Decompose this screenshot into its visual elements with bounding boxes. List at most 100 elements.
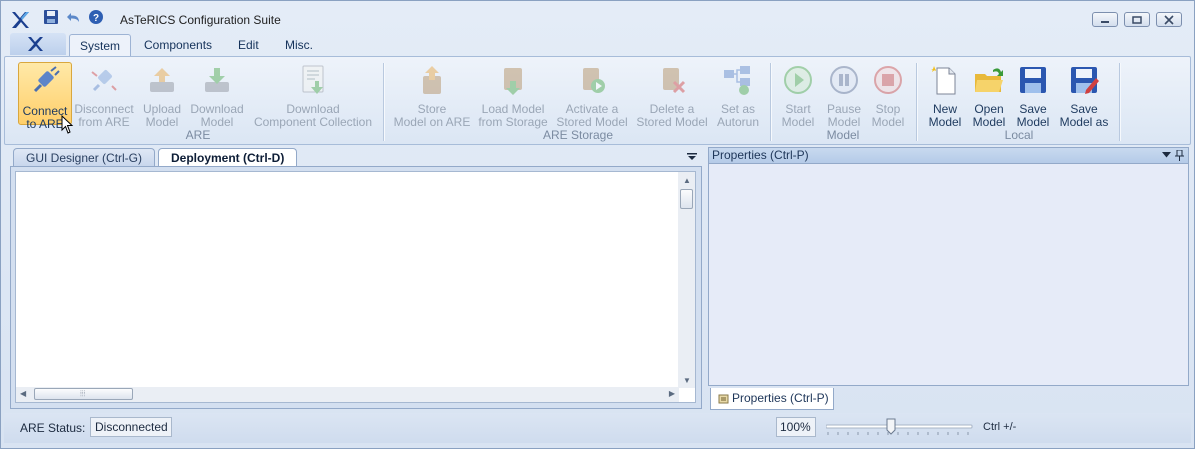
undo-icon[interactable] (66, 9, 82, 25)
properties-header: Properties (Ctrl-P) (708, 147, 1189, 164)
restore-button[interactable] (1124, 12, 1150, 27)
upload-model-button[interactable]: Upload Model (139, 62, 185, 129)
load-model-from-storage-button[interactable]: Load Model from Storage (476, 62, 550, 129)
scroll-right-arrow-icon[interactable]: ▶ (669, 389, 675, 398)
close-icon (1164, 15, 1174, 25)
window-title: AsTeRICS Configuration Suite (120, 13, 281, 27)
activate-line2: Stored Model (556, 115, 628, 129)
pin-icon[interactable] (1175, 150, 1184, 161)
save-line2: Model (1016, 115, 1050, 129)
properties-icon (718, 394, 729, 404)
svg-text:?: ? (93, 13, 99, 24)
save-as-icon (1071, 67, 1099, 94)
autorun-icon (724, 66, 750, 95)
disconnect-plug-icon (91, 70, 117, 92)
tab-misc[interactable]: Misc. (275, 34, 323, 57)
save-as-line1: Save (1070, 102, 1098, 116)
scroll-down-arrow-icon[interactable]: ▼ (683, 376, 691, 385)
open-model-button[interactable]: Open Model (969, 62, 1009, 129)
ribbon: Connect to ARE Disconnect from ARE Upload M… (4, 56, 1191, 145)
minimize-button[interactable] (1092, 12, 1118, 27)
horizontal-scrollbar[interactable]: ◀ ⦙⦙⦙ ▶ (16, 387, 679, 402)
tab-system[interactable]: System (69, 34, 132, 57)
new-document-icon (931, 66, 956, 95)
download-model-button[interactable]: Download Model (188, 62, 246, 129)
play-icon (784, 66, 812, 94)
store-model-on-are-button[interactable]: Store Model on ARE (392, 62, 472, 129)
ribbon-separator (770, 63, 771, 141)
properties-grid[interactable] (708, 164, 1189, 386)
tab-gui-designer[interactable]: GUI Designer (Ctrl-G) (13, 148, 156, 167)
panel-dropdown-icon[interactable] (1162, 152, 1171, 158)
start-model-button[interactable]: Start Model (777, 62, 819, 129)
download-line1: Download (190, 102, 244, 116)
deployment-canvas[interactable]: ▲ ▼ ◀ ⦙⦙⦙ ▶ (15, 171, 696, 403)
stop-line1: Stop (875, 102, 901, 116)
tab-list-dropdown-icon[interactable] (687, 153, 697, 161)
upload-line2: Model (145, 115, 179, 129)
load-line2: from Storage (478, 115, 548, 129)
set-as-autorun-button[interactable]: Set as Autorun (713, 62, 763, 129)
app-window: ? AsTeRICS Configuration Suite System Co… (0, 0, 1195, 449)
zoom-slider[interactable] (826, 417, 976, 437)
download-line2: Model (200, 115, 234, 129)
zoom-slider-thumb[interactable] (886, 418, 896, 435)
properties-tab-label: Properties (Ctrl-P) (732, 391, 829, 405)
load-line1: Load Model (481, 102, 545, 116)
floppy-save-icon (1020, 67, 1046, 93)
tab-edit[interactable]: Edit (228, 34, 269, 57)
disconnect-line2: from ARE (78, 115, 130, 129)
store-line2: Model on ARE (393, 115, 471, 129)
component-collection-icon (302, 65, 324, 94)
save-icon[interactable] (43, 9, 59, 25)
properties-tab[interactable]: Properties (Ctrl-P) (710, 388, 834, 410)
group-label-are: ARE (185, 128, 211, 142)
ribbon-separator (1119, 63, 1120, 141)
title-bar: ? AsTeRICS Configuration Suite (1, 1, 1194, 33)
ribbon-separator (916, 63, 917, 141)
save-model-button[interactable]: Save Model (1013, 62, 1053, 129)
help-icon[interactable]: ? (88, 9, 104, 25)
zoom-shortcut-hint: Ctrl +/- (983, 421, 1017, 433)
store-line1: Store (417, 102, 447, 116)
component-collection-line1: Download (286, 102, 340, 116)
tab-components[interactable]: Components (134, 34, 222, 57)
close-button[interactable] (1156, 12, 1182, 27)
restore-icon (1132, 16, 1142, 24)
vertical-scrollbar[interactable]: ▲ ▼ (678, 172, 695, 388)
new-model-button[interactable]: New Model (925, 62, 965, 129)
new-line2: Model (928, 115, 962, 129)
are-status-value: Disconnected (90, 417, 172, 437)
horizontal-scroll-thumb[interactable]: ⦙⦙⦙ (34, 388, 133, 400)
ribbon-separator (383, 63, 384, 141)
vertical-scroll-thumb[interactable] (680, 189, 693, 209)
application-menu-button[interactable] (10, 33, 66, 55)
delete-stored-model-button[interactable]: Delete a Stored Model (634, 62, 710, 129)
pause-model-button[interactable]: Pause Model (823, 62, 865, 129)
save-model-as-button[interactable]: Save Model as (1057, 62, 1111, 129)
delete-model-icon (663, 68, 686, 94)
autorun-line2: Autorun (716, 115, 760, 129)
upload-line1: Upload (142, 102, 182, 116)
new-line1: New (932, 102, 957, 116)
start-line2: Model (781, 115, 815, 129)
document-tab-strip: GUI Designer (Ctrl-G) Deployment (Ctrl-D… (10, 147, 702, 167)
scroll-left-arrow-icon[interactable]: ◀ (20, 389, 26, 398)
activate-model-icon (583, 68, 605, 93)
group-label-are-storage: ARE Storage (542, 128, 614, 142)
pause-icon (830, 66, 858, 94)
component-collection-line2: Component Collection (253, 115, 373, 129)
connect-plug-icon (33, 66, 60, 93)
scroll-up-arrow-icon[interactable]: ▲ (683, 176, 691, 185)
tab-deployment[interactable]: Deployment (Ctrl-D) (158, 148, 298, 167)
disconnect-line1: Disconnect (74, 102, 134, 116)
asterics-menu-icon (28, 37, 43, 51)
properties-title: Properties (Ctrl-P) (712, 148, 809, 162)
activate-stored-model-button[interactable]: Activate a Stored Model (553, 62, 631, 129)
stop-model-button[interactable]: Stop Model (867, 62, 909, 129)
deployment-panel: ▲ ▼ ◀ ⦙⦙⦙ ▶ (10, 166, 702, 409)
activate-line1: Activate a (565, 102, 619, 116)
download-component-collection-button[interactable]: Download Component Collection (250, 62, 376, 129)
open-folder-icon (975, 68, 1003, 92)
disconnect-from-are-button[interactable]: Disconnect from ARE (73, 62, 135, 129)
